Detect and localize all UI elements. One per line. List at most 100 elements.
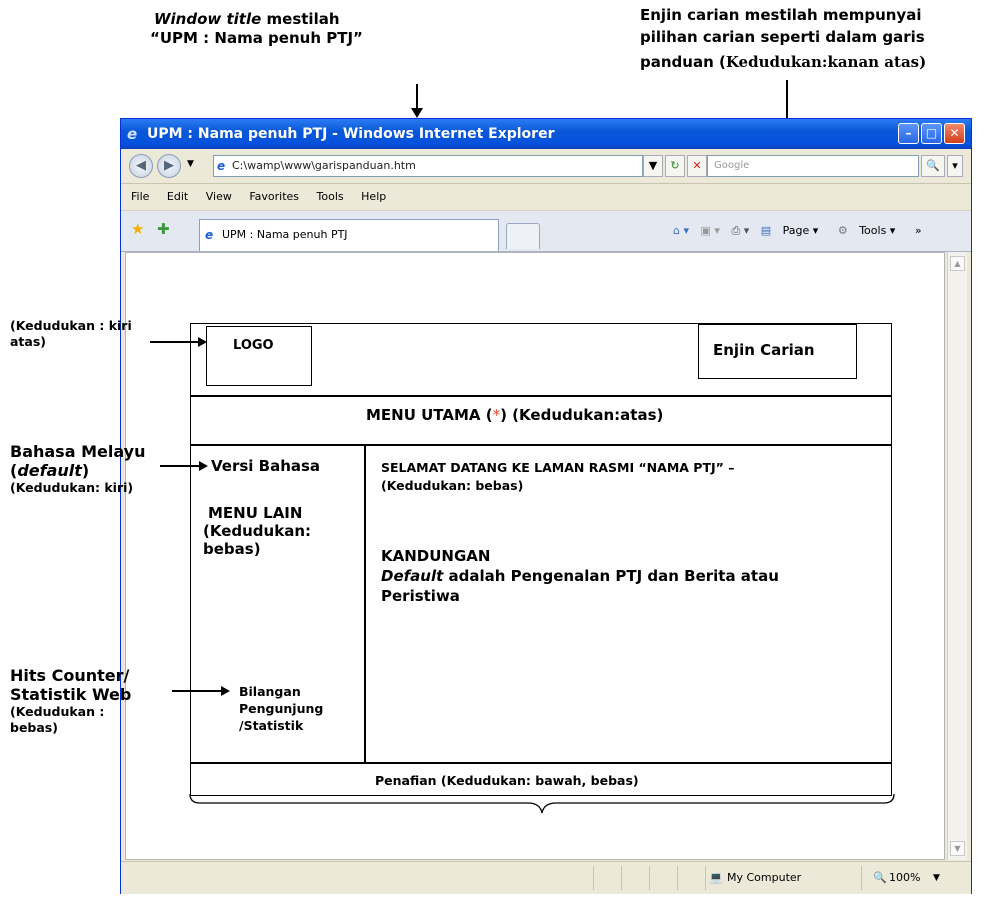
address-value: C:\wamp\www\garispanduan.htm bbox=[232, 159, 416, 172]
arrow-language-head bbox=[199, 461, 208, 471]
layout-search: Enjin Carian bbox=[713, 341, 815, 359]
minimize-button[interactable]: – bbox=[898, 123, 919, 144]
page-menu-label: Page ▾ bbox=[782, 224, 819, 237]
menu-edit[interactable]: Edit bbox=[167, 190, 188, 203]
tab-page-icon: e bbox=[205, 228, 214, 242]
close-button[interactable]: ✕ bbox=[944, 123, 965, 144]
annotation-counter-line3: (Kedudukan : bbox=[10, 704, 105, 719]
layout-other-menu-l2: (Kedudukan: bbox=[203, 522, 311, 540]
menu-help[interactable]: Help bbox=[361, 190, 386, 203]
window-title: UPM : Nama penuh PTJ - Windows Internet … bbox=[147, 126, 555, 142]
more-chevron-icon[interactable]: » bbox=[915, 224, 922, 237]
annotation-language-paren-close: ) bbox=[81, 461, 90, 480]
layout-logo: LOGO bbox=[233, 338, 274, 353]
annotation-search-engine: Enjin carian mestilah mempunyai pilihan … bbox=[640, 4, 985, 76]
annotation-counter-line1: Hits Counter/ bbox=[10, 666, 130, 685]
command-toolbar: ⌂ ▾ ▣ ▾ ⎙ ▾ ▤ Page ▾ ⚙ Tools ▾ » bbox=[673, 211, 930, 251]
zoom-icon: 🔍 bbox=[873, 871, 887, 884]
refresh-button[interactable]: ↻ bbox=[665, 155, 685, 177]
home-icon[interactable]: ⌂ ▾ bbox=[673, 224, 689, 237]
annotation-search-line2: pilihan carian seperti dalam garis bbox=[640, 28, 925, 46]
tab-current[interactable]: e UPM : Nama penuh PTJ bbox=[199, 219, 499, 251]
menu-bar: File Edit View Favorites Tools Help bbox=[121, 184, 971, 211]
zoom-level[interactable]: 100% bbox=[889, 862, 920, 894]
annotation-search-line1: Enjin carian mestilah mempunyai bbox=[640, 6, 922, 24]
feeds-icon[interactable]: ▣ ▾ bbox=[701, 224, 720, 237]
layout-other-menu: MENU LAIN (Kedudukan: bebas) bbox=[203, 504, 311, 558]
address-toolbar: ◀ ▶ ▼ e C:\wamp\www\garispanduan.htm ▼ ↻… bbox=[121, 149, 971, 184]
arrow-counter-head bbox=[221, 686, 230, 696]
search-input[interactable]: Google bbox=[707, 155, 919, 177]
layout-counter-l2: Pengunjung bbox=[239, 701, 324, 716]
page: { "annotations": { "window_title": { "it… bbox=[0, 0, 988, 898]
tools-menu-label: Tools ▾ bbox=[859, 224, 896, 237]
layout-other-menu-l3: bebas) bbox=[203, 540, 261, 558]
annotation-language: Bahasa Melayu (default) (Kedudukan: kiri… bbox=[10, 442, 145, 496]
annotation-language-line3: (Kedudukan: kiri) bbox=[10, 480, 134, 495]
arrow-window-title bbox=[416, 84, 418, 110]
tools-gear-icon: ⚙ bbox=[837, 224, 848, 237]
arrow-language bbox=[160, 465, 200, 467]
layout-content-default: Default bbox=[381, 567, 444, 585]
layout-other-menu-l1: MENU LAIN bbox=[208, 504, 303, 522]
add-favorites-icon[interactable]: ✚ bbox=[157, 221, 170, 237]
menu-favorites[interactable]: Favorites bbox=[249, 190, 299, 203]
arrow-logo bbox=[150, 341, 200, 343]
layout-content: KANDUNGAN Default adalah Pengenalan PTJ … bbox=[381, 546, 779, 606]
arrow-logo-head bbox=[198, 337, 207, 347]
maximize-button[interactable]: □ bbox=[921, 123, 942, 144]
layout-footer: Penafian (Kedudukan: bawah, bebas) bbox=[375, 773, 639, 788]
annotation-language-line1: Bahasa Melayu bbox=[10, 442, 146, 461]
favorites-star-icon[interactable]: ★ bbox=[131, 221, 144, 237]
back-button[interactable]: ◀ bbox=[129, 154, 153, 178]
status-bar: 💻 My Computer 🔍 100% ▼ bbox=[121, 861, 971, 894]
annotation-search-line3b: Kedudukan:kanan atas) bbox=[725, 53, 927, 71]
tools-menu-button[interactable]: ⚙ Tools ▾ bbox=[838, 224, 904, 237]
layout-welcome-l2: (Kedudukan: bebas) bbox=[381, 478, 524, 493]
annotation-counter: Hits Counter/ Statistik Web (Kedudukan :… bbox=[10, 666, 131, 736]
layout-content-l3: Peristiwa bbox=[381, 587, 460, 605]
tab-title: UPM : Nama penuh PTJ bbox=[222, 228, 348, 241]
annotation-window-title: Window title mestilah “UPM : Nama penuh … bbox=[150, 10, 450, 48]
search-button[interactable]: 🔍 bbox=[921, 155, 945, 177]
annotation-window-title-line2: “UPM : Nama penuh PTJ” bbox=[150, 29, 363, 47]
scroll-up-arrow[interactable]: ▲ bbox=[950, 256, 965, 271]
address-field[interactable]: e C:\wamp\www\garispanduan.htm bbox=[213, 155, 643, 177]
forward-button[interactable]: ▶ bbox=[157, 154, 181, 178]
annotation-logo-position: (Kedudukan : kiri atas) bbox=[10, 318, 132, 350]
layout-welcome: SELAMAT DATANG KE LAMAN RASMI “NAMA PTJ”… bbox=[381, 459, 734, 495]
layout-main-menu-b: ) (Kedudukan:atas) bbox=[500, 406, 664, 424]
ie-logo-icon: e bbox=[127, 125, 138, 143]
page-icon: e bbox=[217, 159, 226, 173]
new-tab-button[interactable] bbox=[506, 223, 540, 249]
scroll-down-arrow[interactable]: ▼ bbox=[950, 841, 965, 856]
layout-bottom-brace bbox=[189, 793, 895, 814]
annotation-counter-line2: Statistik Web bbox=[10, 685, 132, 704]
arrow-window-title-head bbox=[411, 108, 423, 118]
layout-counter-l3: /Statistik bbox=[239, 718, 304, 733]
arrow-counter bbox=[172, 690, 222, 692]
search-options-button[interactable]: ▾ bbox=[947, 155, 963, 177]
zoom-dropdown-icon[interactable]: ▼ bbox=[933, 862, 940, 894]
menu-tools[interactable]: Tools bbox=[317, 190, 344, 203]
layout-content-heading: KANDUNGAN bbox=[381, 547, 491, 565]
tab-bar: ★ ✚ e UPM : Nama penuh PTJ ⌂ ▾ ▣ ▾ ⎙ ▾ ▤… bbox=[121, 211, 971, 252]
page-menu-button[interactable]: ▤ Page ▾ bbox=[761, 224, 827, 237]
annotation-search-line3a: panduan ( bbox=[640, 53, 726, 71]
layout-main-menu-a: MENU UTAMA ( bbox=[366, 406, 493, 424]
annotation-window-title-italic: Window title bbox=[154, 10, 262, 28]
print-icon[interactable]: ⎙ ▾ bbox=[731, 224, 749, 237]
layout-visitor-counter: Bilangan Pengunjung /Statistik bbox=[239, 683, 323, 734]
menu-file[interactable]: File bbox=[131, 190, 149, 203]
annotation-counter-line4: bebas) bbox=[10, 720, 58, 735]
history-dropdown-icon[interactable]: ▼ bbox=[187, 159, 194, 169]
annotation-window-title-rest: mestilah bbox=[261, 10, 340, 28]
layout-main-menu: MENU UTAMA (*) (Kedudukan:atas) bbox=[366, 406, 663, 424]
vertical-scrollbar[interactable]: ▲ ▼ bbox=[947, 252, 967, 860]
menu-view[interactable]: View bbox=[206, 190, 232, 203]
stop-button[interactable]: ✕ bbox=[687, 155, 707, 177]
computer-icon: 💻 bbox=[709, 871, 723, 884]
address-dropdown-button[interactable]: ▼ bbox=[643, 155, 663, 177]
layout-counter-l1: Bilangan bbox=[239, 684, 301, 699]
layout-main-menu-star: * bbox=[492, 406, 501, 424]
